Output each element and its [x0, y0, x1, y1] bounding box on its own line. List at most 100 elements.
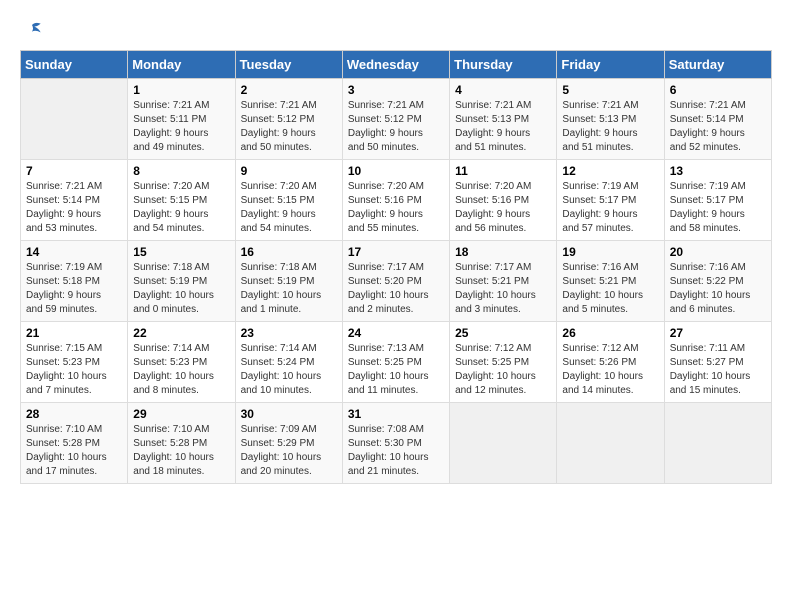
weekday-header-thursday: Thursday	[450, 51, 557, 79]
calendar-cell: 6Sunrise: 7:21 AM Sunset: 5:14 PM Daylig…	[664, 79, 771, 160]
calendar-cell: 12 Sunrise: 7:19 AM Sunset: 5:17 PM Dayli…	[557, 160, 664, 241]
calendar-cell: 30 Sunrise: 7:09 AM Sunset: 5:29 PM Dayli…	[235, 403, 342, 484]
day-number: 30	[241, 407, 337, 421]
day-number: 8	[133, 164, 229, 178]
day-info: Sunrise: 7:17 AM Sunset: 5:20 PM Dayligh…	[348, 261, 444, 317]
calendar-cell	[21, 79, 128, 160]
day-number: 5	[562, 83, 658, 97]
day-info: Sunrise: 7:12 AM Sunset: 5:26 PM Dayligh…	[562, 342, 658, 398]
calendar-cell: 21 Sunrise: 7:15 AM Sunset: 5:23 PM Dayli…	[21, 322, 128, 403]
calendar-cell: 23 Sunrise: 7:14 AM Sunset: 5:24 PM Dayli…	[235, 322, 342, 403]
day-number: 15	[133, 245, 229, 259]
weekday-header-tuesday: Tuesday	[235, 51, 342, 79]
day-number: 27	[670, 326, 766, 340]
day-number: 3	[348, 83, 444, 97]
day-info: Sunrise: 7:11 AM Sunset: 5:27 PM Dayligh…	[670, 342, 766, 398]
calendar-cell	[664, 403, 771, 484]
calendar-cell: 15 Sunrise: 7:18 AM Sunset: 5:19 PM Dayli…	[128, 241, 235, 322]
calendar-cell: 13Sunrise: 7:19 AM Sunset: 5:17 PM Dayli…	[664, 160, 771, 241]
day-info: Sunrise: 7:21 AM Sunset: 5:13 PM Dayligh…	[562, 99, 658, 155]
calendar-week-row: 21 Sunrise: 7:15 AM Sunset: 5:23 PM Dayli…	[21, 322, 772, 403]
calendar-cell: 22 Sunrise: 7:14 AM Sunset: 5:23 PM Dayli…	[128, 322, 235, 403]
day-info: Sunrise: 7:20 AM Sunset: 5:16 PM Dayligh…	[455, 180, 551, 236]
day-number: 9	[241, 164, 337, 178]
day-info: Sunrise: 7:19 AM Sunset: 5:17 PM Dayligh…	[562, 180, 658, 236]
calendar-cell: 16 Sunrise: 7:18 AM Sunset: 5:19 PM Dayli…	[235, 241, 342, 322]
day-info: Sunrise: 7:10 AM Sunset: 5:28 PM Dayligh…	[133, 423, 229, 479]
day-info: Sunrise: 7:12 AM Sunset: 5:25 PM Dayligh…	[455, 342, 551, 398]
day-info: Sunrise: 7:21 AM Sunset: 5:12 PM Dayligh…	[241, 99, 337, 155]
day-info: Sunrise: 7:18 AM Sunset: 5:19 PM Dayligh…	[241, 261, 337, 317]
day-info: Sunrise: 7:08 AM Sunset: 5:30 PM Dayligh…	[348, 423, 444, 479]
calendar-week-row: 14Sunrise: 7:19 AM Sunset: 5:18 PM Dayli…	[21, 241, 772, 322]
calendar-cell: 9 Sunrise: 7:20 AM Sunset: 5:15 PM Daylig…	[235, 160, 342, 241]
day-info: Sunrise: 7:17 AM Sunset: 5:21 PM Dayligh…	[455, 261, 551, 317]
day-info: Sunrise: 7:14 AM Sunset: 5:24 PM Dayligh…	[241, 342, 337, 398]
day-number: 2	[241, 83, 337, 97]
logo-bird-icon	[22, 20, 42, 40]
calendar-cell: 7Sunrise: 7:21 AM Sunset: 5:14 PM Daylig…	[21, 160, 128, 241]
day-info: Sunrise: 7:21 AM Sunset: 5:14 PM Dayligh…	[26, 180, 122, 236]
calendar-cell: 26 Sunrise: 7:12 AM Sunset: 5:26 PM Dayli…	[557, 322, 664, 403]
day-number: 20	[670, 245, 766, 259]
calendar-cell: 5 Sunrise: 7:21 AM Sunset: 5:13 PM Daylig…	[557, 79, 664, 160]
calendar-cell: 29 Sunrise: 7:10 AM Sunset: 5:28 PM Dayli…	[128, 403, 235, 484]
day-info: Sunrise: 7:20 AM Sunset: 5:15 PM Dayligh…	[241, 180, 337, 236]
day-number: 4	[455, 83, 551, 97]
day-number: 26	[562, 326, 658, 340]
calendar-cell: 19Sunrise: 7:16 AM Sunset: 5:21 PM Dayli…	[557, 241, 664, 322]
day-number: 22	[133, 326, 229, 340]
day-number: 12	[562, 164, 658, 178]
day-number: 21	[26, 326, 122, 340]
day-number: 31	[348, 407, 444, 421]
day-info: Sunrise: 7:18 AM Sunset: 5:19 PM Dayligh…	[133, 261, 229, 317]
calendar-cell: 31 Sunrise: 7:08 AM Sunset: 5:30 PM Dayli…	[342, 403, 449, 484]
calendar-cell: 3 Sunrise: 7:21 AM Sunset: 5:12 PM Daylig…	[342, 79, 449, 160]
weekday-header-saturday: Saturday	[664, 51, 771, 79]
day-info: Sunrise: 7:20 AM Sunset: 5:15 PM Dayligh…	[133, 180, 229, 236]
calendar-cell	[450, 403, 557, 484]
weekday-header-wednesday: Wednesday	[342, 51, 449, 79]
day-number: 24	[348, 326, 444, 340]
day-number: 18	[455, 245, 551, 259]
day-info: Sunrise: 7:19 AM Sunset: 5:17 PM Dayligh…	[670, 180, 766, 236]
calendar-cell: 24Sunrise: 7:13 AM Sunset: 5:25 PM Dayli…	[342, 322, 449, 403]
day-number: 29	[133, 407, 229, 421]
day-info: Sunrise: 7:21 AM Sunset: 5:11 PM Dayligh…	[133, 99, 229, 155]
day-number: 23	[241, 326, 337, 340]
calendar-week-row: 28 Sunrise: 7:10 AM Sunset: 5:28 PM Dayli…	[21, 403, 772, 484]
day-number: 14	[26, 245, 122, 259]
day-number: 16	[241, 245, 337, 259]
calendar-cell: 14Sunrise: 7:19 AM Sunset: 5:18 PM Dayli…	[21, 241, 128, 322]
day-info: Sunrise: 7:21 AM Sunset: 5:14 PM Dayligh…	[670, 99, 766, 155]
day-number: 19	[562, 245, 658, 259]
calendar-header-row: SundayMondayTuesdayWednesdayThursdayFrid…	[21, 51, 772, 79]
day-number: 17	[348, 245, 444, 259]
calendar-cell	[557, 403, 664, 484]
calendar-cell: 17 Sunrise: 7:17 AM Sunset: 5:20 PM Dayli…	[342, 241, 449, 322]
day-number: 10	[348, 164, 444, 178]
day-info: Sunrise: 7:10 AM Sunset: 5:28 PM Dayligh…	[26, 423, 122, 479]
page-header	[20, 20, 772, 40]
day-number: 11	[455, 164, 551, 178]
day-info: Sunrise: 7:20 AM Sunset: 5:16 PM Dayligh…	[348, 180, 444, 236]
day-info: Sunrise: 7:21 AM Sunset: 5:12 PM Dayligh…	[348, 99, 444, 155]
day-info: Sunrise: 7:15 AM Sunset: 5:23 PM Dayligh…	[26, 342, 122, 398]
calendar-cell: 25Sunrise: 7:12 AM Sunset: 5:25 PM Dayli…	[450, 322, 557, 403]
calendar-table: SundayMondayTuesdayWednesdayThursdayFrid…	[20, 50, 772, 484]
day-info: Sunrise: 7:14 AM Sunset: 5:23 PM Dayligh…	[133, 342, 229, 398]
day-info: Sunrise: 7:21 AM Sunset: 5:13 PM Dayligh…	[455, 99, 551, 155]
day-number: 28	[26, 407, 122, 421]
calendar-cell: 11 Sunrise: 7:20 AM Sunset: 5:16 PM Dayli…	[450, 160, 557, 241]
day-info: Sunrise: 7:09 AM Sunset: 5:29 PM Dayligh…	[241, 423, 337, 479]
weekday-header-monday: Monday	[128, 51, 235, 79]
calendar-cell: 18 Sunrise: 7:17 AM Sunset: 5:21 PM Dayli…	[450, 241, 557, 322]
day-number: 1	[133, 83, 229, 97]
weekday-header-friday: Friday	[557, 51, 664, 79]
calendar-cell: 2 Sunrise: 7:21 AM Sunset: 5:12 PM Daylig…	[235, 79, 342, 160]
calendar-cell: 27 Sunrise: 7:11 AM Sunset: 5:27 PM Dayli…	[664, 322, 771, 403]
logo	[20, 20, 42, 40]
calendar-cell: 4 Sunrise: 7:21 AM Sunset: 5:13 PM Daylig…	[450, 79, 557, 160]
calendar-week-row: 1 Sunrise: 7:21 AM Sunset: 5:11 PM Daylig…	[21, 79, 772, 160]
weekday-header-sunday: Sunday	[21, 51, 128, 79]
